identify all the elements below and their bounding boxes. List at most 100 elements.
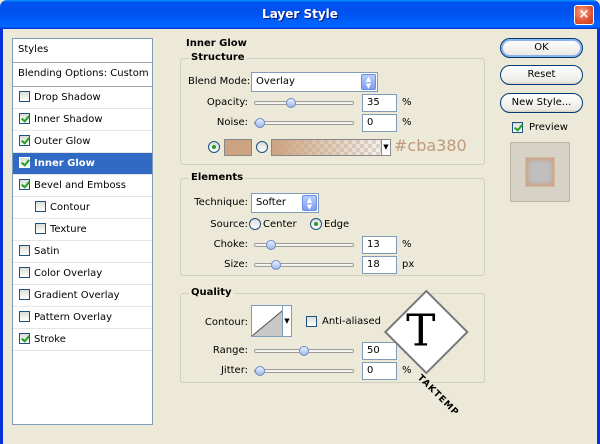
noise-unit: % bbox=[402, 117, 412, 128]
window-frame-left bbox=[0, 29, 3, 444]
style-checkbox[interactable] bbox=[35, 201, 46, 212]
style-checkbox[interactable] bbox=[19, 179, 30, 190]
opacity-label: Opacity: bbox=[206, 97, 248, 108]
window-title: Layer Style bbox=[262, 7, 338, 21]
size-slider-thumb[interactable] bbox=[270, 260, 281, 270]
style-item-bevel-and-emboss[interactable]: Bevel and Emboss bbox=[13, 175, 152, 197]
style-item-satin[interactable]: Satin bbox=[13, 241, 152, 263]
jitter-label: Jitter: bbox=[220, 365, 248, 376]
choke-slider[interactable] bbox=[254, 240, 354, 250]
range-label: Range: bbox=[212, 345, 248, 356]
blend-mode-value: Overlay bbox=[256, 76, 295, 87]
contour-label: Contour: bbox=[204, 317, 248, 328]
jitter-slider[interactable] bbox=[254, 366, 354, 376]
preview-checkbox[interactable] bbox=[512, 122, 523, 133]
effect-title: Inner Glow bbox=[186, 38, 247, 49]
style-item-drop-shadow[interactable]: Drop Shadow bbox=[13, 87, 152, 109]
anti-aliased-checkbox[interactable] bbox=[306, 316, 317, 327]
technique-select[interactable]: Softer ▲ ▼ bbox=[251, 193, 319, 213]
style-item-inner-glow[interactable]: Inner Glow bbox=[13, 153, 152, 175]
solid-color-radio[interactable] bbox=[208, 141, 220, 153]
style-item-label: Pattern Overlay bbox=[34, 312, 113, 323]
style-item-pattern-overlay[interactable]: Pattern Overlay bbox=[13, 307, 152, 329]
style-item-label: Bevel and Emboss bbox=[34, 180, 126, 191]
size-label: Size: bbox=[224, 259, 248, 270]
style-item-label: Color Overlay bbox=[34, 268, 103, 279]
logo-letter: T bbox=[406, 305, 436, 357]
anti-aliased-label: Anti-aliased bbox=[322, 316, 382, 327]
style-item-stroke[interactable]: Stroke bbox=[13, 329, 152, 351]
jitter-input[interactable]: 0 bbox=[362, 362, 397, 380]
noise-slider-thumb[interactable] bbox=[255, 118, 265, 128]
style-item-label: Stroke bbox=[34, 334, 66, 345]
style-item-label: Texture bbox=[50, 224, 87, 235]
opacity-input[interactable]: 35 bbox=[362, 94, 397, 112]
styles-header[interactable]: Styles bbox=[13, 39, 152, 63]
style-checkbox[interactable] bbox=[19, 157, 30, 168]
gradient-swatch[interactable] bbox=[271, 139, 391, 156]
style-item-outer-glow[interactable]: Outer Glow bbox=[13, 131, 152, 153]
ok-button[interactable]: OK bbox=[500, 38, 583, 58]
title-bar[interactable]: Layer Style × bbox=[0, 0, 600, 29]
chevron-down-icon[interactable]: ▼ bbox=[282, 305, 292, 337]
blend-mode-label: Blend Mode: bbox=[188, 76, 251, 87]
style-item-label: Inner Shadow bbox=[34, 114, 103, 125]
jitter-slider-thumb[interactable] bbox=[255, 366, 265, 376]
style-checkbox[interactable] bbox=[19, 289, 30, 300]
opacity-slider-thumb[interactable] bbox=[285, 98, 296, 108]
source-label: Source: bbox=[210, 219, 248, 230]
choke-input[interactable]: 13 bbox=[362, 236, 397, 254]
preview-label: Preview bbox=[529, 122, 568, 133]
style-checkbox[interactable] bbox=[19, 91, 30, 102]
blending-options-item[interactable]: Blending Options: Custom bbox=[13, 63, 152, 87]
style-checkbox[interactable] bbox=[19, 267, 30, 278]
range-slider-thumb[interactable] bbox=[299, 346, 309, 356]
source-center-radio[interactable] bbox=[249, 218, 261, 230]
styles-list: Styles Blending Options: Custom Drop Sha… bbox=[12, 38, 153, 425]
source-edge-radio[interactable] bbox=[310, 218, 322, 230]
style-checkbox[interactable] bbox=[19, 135, 30, 146]
chevron-updown-icon: ▲ ▼ bbox=[361, 74, 376, 90]
elements-label: Elements bbox=[189, 172, 246, 183]
source-center-label: Center bbox=[263, 219, 297, 230]
color-hex-annotation: #cba380 bbox=[394, 136, 467, 155]
style-item-color-overlay[interactable]: Color Overlay bbox=[13, 263, 152, 285]
style-item-label: Satin bbox=[34, 246, 60, 257]
style-item-contour[interactable]: Contour bbox=[13, 197, 152, 219]
style-checkbox[interactable] bbox=[19, 113, 30, 124]
source-edge-label: Edge bbox=[324, 219, 350, 230]
opacity-slider[interactable] bbox=[254, 98, 354, 108]
size-slider[interactable] bbox=[254, 260, 354, 270]
style-checkbox[interactable] bbox=[19, 245, 30, 256]
structure-label: Structure bbox=[189, 52, 247, 63]
glow-color-swatch[interactable] bbox=[224, 139, 252, 156]
close-icon[interactable]: × bbox=[574, 5, 594, 25]
noise-input[interactable]: 0 bbox=[362, 114, 397, 132]
layer-style-dialog: Layer Style × Styles Blending Options: C… bbox=[0, 0, 600, 444]
technique-value: Softer bbox=[256, 197, 286, 208]
style-item-label: Contour bbox=[50, 202, 90, 213]
style-item-label: Outer Glow bbox=[34, 136, 91, 147]
style-item-inner-shadow[interactable]: Inner Shadow bbox=[13, 109, 152, 131]
style-checkbox[interactable] bbox=[19, 333, 30, 344]
quality-label: Quality bbox=[189, 287, 234, 298]
range-slider[interactable] bbox=[254, 346, 354, 356]
chevron-down-icon[interactable]: ▼ bbox=[381, 139, 391, 156]
style-checkbox[interactable] bbox=[19, 311, 30, 322]
noise-label: Noise: bbox=[216, 117, 248, 128]
choke-label: Choke: bbox=[213, 239, 248, 250]
new-style-button[interactable]: New Style... bbox=[500, 93, 583, 113]
style-item-label: Drop Shadow bbox=[34, 92, 101, 103]
blend-mode-select[interactable]: Overlay ▲ ▼ bbox=[251, 72, 378, 92]
size-unit: px bbox=[402, 259, 415, 270]
reset-button[interactable]: Reset bbox=[500, 65, 583, 85]
style-item-texture[interactable]: Texture bbox=[13, 219, 152, 241]
style-item-gradient-overlay[interactable]: Gradient Overlay bbox=[13, 285, 152, 307]
style-item-label: Inner Glow bbox=[34, 158, 95, 169]
noise-slider[interactable] bbox=[254, 118, 354, 128]
style-checkbox[interactable] bbox=[35, 223, 46, 234]
gradient-radio[interactable] bbox=[256, 141, 268, 153]
style-item-label: Gradient Overlay bbox=[34, 290, 120, 301]
size-input[interactable]: 18 bbox=[362, 256, 397, 274]
chevron-updown-icon: ▲ ▼ bbox=[302, 195, 317, 211]
